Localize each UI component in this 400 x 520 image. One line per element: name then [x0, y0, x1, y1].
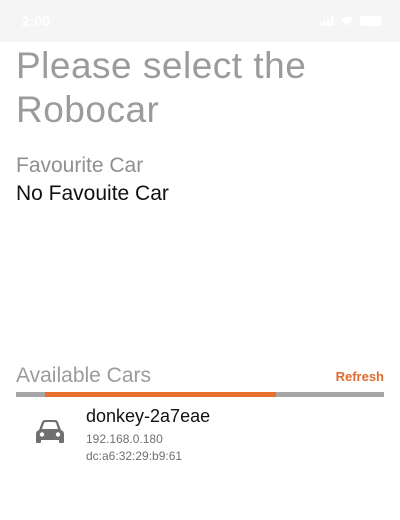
- status-icons: [319, 16, 382, 26]
- status-time: 2:00: [22, 13, 51, 29]
- page-title: Please select the Robocar: [16, 45, 307, 130]
- car-name: donkey-2a7eae: [86, 406, 211, 426]
- available-cars-header: Available Cars Refresh: [16, 364, 384, 394]
- favourite-car-label: Favourite Car: [16, 154, 144, 177]
- wifi-icon: [341, 16, 353, 26]
- car-ip-address: 192.168.0.180: [86, 432, 163, 446]
- refresh-button[interactable]: Refresh: [336, 369, 384, 384]
- battery-icon: [360, 16, 382, 26]
- favourite-car-value: No Favouite Car: [16, 182, 169, 205]
- car-list-item[interactable]: donkey-2a7eae 192.168.0.180 dc:a6:32:29:…: [16, 404, 384, 466]
- cellular-signal-icon: [319, 16, 334, 26]
- scanning-progress-bar: [16, 392, 384, 397]
- status-bar: 2:00: [0, 0, 400, 42]
- available-cars-label: Available Cars: [16, 364, 152, 387]
- car-mac-address: dc:a6:32:29:b9:61: [86, 449, 183, 463]
- car-icon: [36, 420, 64, 443]
- scanning-progress-fill: [45, 392, 276, 397]
